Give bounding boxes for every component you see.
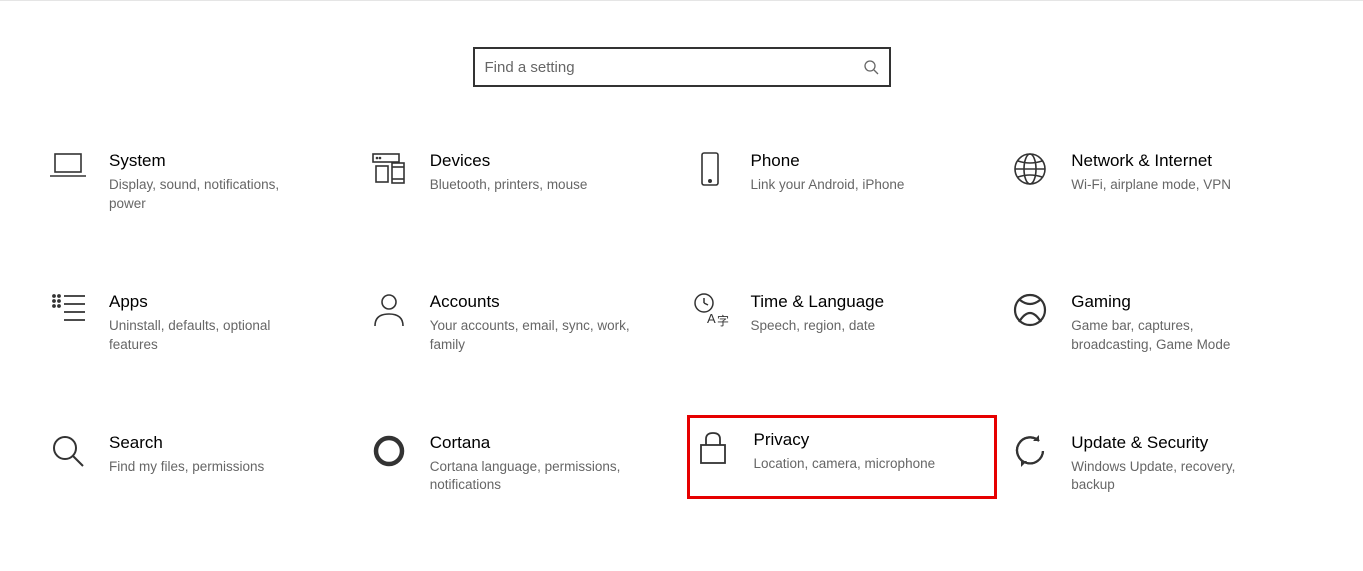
svg-text:字: 字 [717,313,729,328]
tile-gaming[interactable]: Gaming Game bar, captures, broadcasting, … [1007,288,1318,359]
tile-title: Accounts [430,292,630,312]
tile-cortana[interactable]: Cortana Cortana language, permissions, no… [366,429,677,500]
tile-accounts[interactable]: Accounts Your accounts, email, sync, work… [366,288,677,359]
tile-phone[interactable]: Phone Link your Android, iPhone [687,147,998,218]
tile-description: Speech, region, date [751,317,885,336]
tile-description: Game bar, captures, broadcasting, Game M… [1071,317,1271,355]
tile-title: Time & Language [751,292,885,312]
tile-text: Gaming Game bar, captures, broadcasting, … [1071,292,1271,355]
xbox-icon [1011,292,1049,330]
globe-icon [1011,151,1049,189]
tile-title: System [109,151,309,171]
tile-text: Cortana Cortana language, permissions, no… [430,433,630,496]
laptop-icon [49,151,87,189]
tile-text: Phone Link your Android, iPhone [751,151,905,214]
tile-title: Cortana [430,433,630,453]
settings-grid: System Display, sound, notifications, pow… [0,147,1363,499]
cortana-icon [370,433,408,471]
tile-apps[interactable]: Apps Uninstall, defaults, optional featur… [45,288,356,359]
tile-time[interactable]: A字 Time & Language Speech, region, date [687,288,998,359]
tile-description: Bluetooth, printers, mouse [430,176,588,195]
tile-description: Display, sound, notifications, power [109,176,309,214]
tile-text: Time & Language Speech, region, date [751,292,885,355]
tile-description: Windows Update, recovery, backup [1071,458,1271,496]
tile-update[interactable]: Update & Security Windows Update, recover… [1007,429,1318,500]
time-language-icon: A字 [691,292,729,330]
svg-text:A: A [707,311,716,326]
search-input[interactable] [485,59,863,76]
tile-privacy[interactable]: Privacy Location, camera, microphone [687,415,998,500]
tile-description: Your accounts, email, sync, work, family [430,317,630,355]
update-icon [1011,433,1049,471]
phone-icon [691,151,729,189]
tile-devices[interactable]: Devices Bluetooth, printers, mouse [366,147,677,218]
devices-icon [370,151,408,189]
search-icon [49,433,87,471]
tile-description: Find my files, permissions [109,458,264,477]
search-container [0,1,1363,147]
tile-text: System Display, sound, notifications, pow… [109,151,309,214]
tile-text: Accounts Your accounts, email, sync, work… [430,292,630,355]
tile-title: Network & Internet [1071,151,1231,171]
tile-text: Search Find my files, permissions [109,433,264,496]
tile-text: Privacy Location, camera, microphone [754,430,936,485]
tile-description: Cortana language, permissions, notificat… [430,458,630,496]
tile-title: Apps [109,292,309,312]
tile-title: Update & Security [1071,433,1271,453]
tile-text: Update & Security Windows Update, recover… [1071,433,1271,496]
search-box[interactable] [473,47,891,87]
tile-title: Phone [751,151,905,171]
tile-title: Devices [430,151,588,171]
apps-icon [49,292,87,330]
search-icon [863,59,879,75]
tile-system[interactable]: System Display, sound, notifications, pow… [45,147,356,218]
tile-text: Devices Bluetooth, printers, mouse [430,151,588,214]
tile-description: Location, camera, microphone [754,455,936,474]
person-icon [370,292,408,330]
tile-title: Gaming [1071,292,1271,312]
tile-search[interactable]: Search Find my files, permissions [45,429,356,500]
tile-title: Search [109,433,264,453]
tile-text: Apps Uninstall, defaults, optional featur… [109,292,309,355]
tile-description: Uninstall, defaults, optional features [109,317,309,355]
tile-network[interactable]: Network & Internet Wi-Fi, airplane mode, … [1007,147,1318,218]
tile-text: Network & Internet Wi-Fi, airplane mode, … [1071,151,1231,214]
lock-icon [694,430,732,468]
tile-description: Link your Android, iPhone [751,176,905,195]
tile-title: Privacy [754,430,936,450]
tile-description: Wi-Fi, airplane mode, VPN [1071,176,1231,195]
